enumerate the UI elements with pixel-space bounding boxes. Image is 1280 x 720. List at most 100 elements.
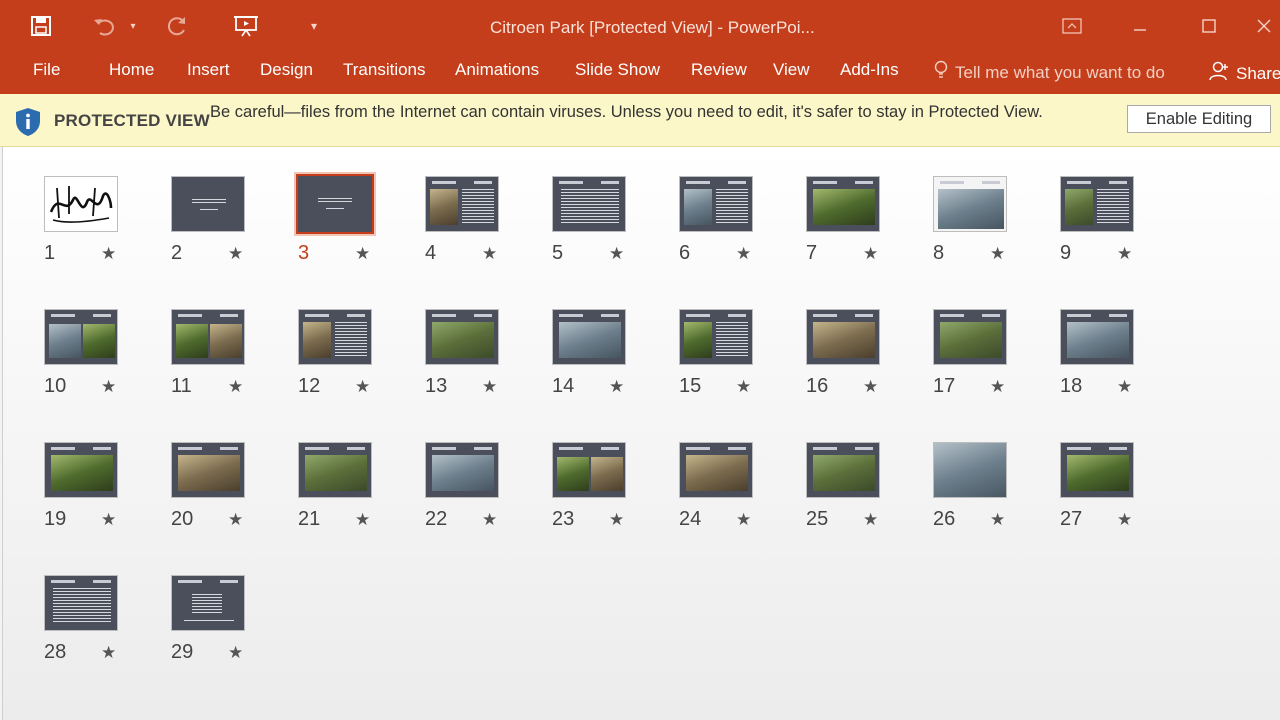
customize-qat-icon[interactable]: ▾ — [306, 12, 322, 40]
star-icon[interactable]: ★ — [355, 510, 370, 530]
slide-preview[interactable] — [44, 575, 118, 631]
slide-preview[interactable] — [933, 176, 1007, 232]
star-icon[interactable]: ★ — [736, 244, 751, 264]
slide-preview[interactable] — [44, 176, 118, 232]
slide-preview[interactable] — [425, 176, 499, 232]
star-icon[interactable]: ★ — [863, 510, 878, 530]
save-icon[interactable] — [28, 12, 54, 40]
star-icon[interactable]: ★ — [990, 510, 1005, 530]
slide-thumbnail-1[interactable]: 1 ★ — [44, 176, 134, 274]
tab-design[interactable]: Design — [260, 60, 313, 80]
close-icon[interactable] — [1256, 12, 1280, 40]
star-icon[interactable]: ★ — [355, 377, 370, 397]
slide-preview[interactable] — [806, 309, 880, 365]
slide-preview[interactable] — [679, 442, 753, 498]
slide-thumbnail-22[interactable]: 22 ★ — [425, 442, 515, 540]
slide-preview[interactable] — [425, 442, 499, 498]
star-icon[interactable]: ★ — [482, 510, 497, 530]
star-icon[interactable]: ★ — [482, 377, 497, 397]
slide-preview[interactable] — [933, 442, 1007, 498]
slide-preview[interactable] — [1060, 176, 1134, 232]
slide-preview[interactable] — [552, 309, 626, 365]
slide-thumbnail-26[interactable]: 26 ★ — [933, 442, 1023, 540]
slide-thumbnail-7[interactable]: 7 ★ — [806, 176, 896, 274]
star-icon[interactable]: ★ — [609, 377, 624, 397]
slide-thumbnail-16[interactable]: 16 ★ — [806, 309, 896, 407]
slide-thumbnail-11[interactable]: 11 ★ — [171, 309, 261, 407]
slide-preview[interactable] — [679, 176, 753, 232]
star-icon[interactable]: ★ — [228, 244, 243, 264]
slide-thumbnail-9[interactable]: 9 ★ — [1060, 176, 1150, 274]
star-icon[interactable]: ★ — [482, 244, 497, 264]
star-icon[interactable]: ★ — [228, 377, 243, 397]
slide-thumbnail-8[interactable]: 8 ★ — [933, 176, 1023, 274]
tab-transitions[interactable]: Transitions — [343, 60, 426, 80]
slide-thumbnail-21[interactable]: 21 ★ — [298, 442, 388, 540]
star-icon[interactable]: ★ — [1117, 510, 1132, 530]
maximize-icon[interactable] — [1189, 12, 1229, 40]
star-icon[interactable]: ★ — [609, 244, 624, 264]
slide-preview[interactable] — [171, 176, 245, 232]
slide-preview[interactable] — [1060, 442, 1134, 498]
slide-preview[interactable] — [806, 442, 880, 498]
slide-thumbnail-27[interactable]: 27 ★ — [1060, 442, 1150, 540]
slide-preview[interactable] — [552, 176, 626, 232]
slide-thumbnail-28[interactable]: 28 ★ — [44, 575, 134, 673]
star-icon[interactable]: ★ — [101, 244, 116, 264]
slide-preview[interactable] — [552, 442, 626, 498]
star-icon[interactable]: ★ — [990, 244, 1005, 264]
slide-preview[interactable] — [44, 442, 118, 498]
tab-view[interactable]: View — [773, 60, 810, 80]
tab-review[interactable]: Review — [691, 60, 747, 80]
redo-icon[interactable] — [164, 12, 190, 40]
star-icon[interactable]: ★ — [228, 510, 243, 530]
tab-animations[interactable]: Animations — [455, 60, 539, 80]
star-icon[interactable]: ★ — [736, 377, 751, 397]
slide-thumbnail-24[interactable]: 24 ★ — [679, 442, 769, 540]
tab-add-ins[interactable]: Add-Ins — [840, 60, 899, 80]
slide-thumbnail-23[interactable]: 23 ★ — [552, 442, 642, 540]
slide-preview[interactable] — [171, 575, 245, 631]
tab-slide-show[interactable]: Slide Show — [575, 60, 660, 80]
share-button[interactable]: Share — [1208, 60, 1280, 87]
tab-home[interactable]: Home — [109, 60, 154, 80]
slide-thumbnail-13[interactable]: 13 ★ — [425, 309, 515, 407]
slide-preview[interactable] — [171, 309, 245, 365]
slide-thumbnail-3[interactable]: 3 ★ — [294, 172, 388, 274]
slide-thumbnail-12[interactable]: 12 ★ — [298, 309, 388, 407]
slide-thumbnail-15[interactable]: 15 ★ — [679, 309, 769, 407]
tab-file[interactable]: File — [33, 60, 60, 80]
slideshow-from-start-icon[interactable] — [232, 12, 262, 40]
slide-preview[interactable] — [44, 309, 118, 365]
slide-preview[interactable] — [1060, 309, 1134, 365]
slide-thumbnail-5[interactable]: 5 ★ — [552, 176, 642, 274]
slide-preview[interactable] — [933, 309, 1007, 365]
star-icon[interactable]: ★ — [101, 510, 116, 530]
slide-thumbnail-2[interactable]: 2 ★ — [171, 176, 261, 274]
slide-preview[interactable] — [171, 442, 245, 498]
star-icon[interactable]: ★ — [863, 377, 878, 397]
slide-thumbnail-19[interactable]: 19 ★ — [44, 442, 134, 540]
slide-thumbnail-6[interactable]: 6 ★ — [679, 176, 769, 274]
slide-thumbnail-10[interactable]: 10 ★ — [44, 309, 134, 407]
slide-thumbnail-29[interactable]: 29 ★ — [171, 575, 261, 673]
star-icon[interactable]: ★ — [101, 643, 116, 663]
slide-thumbnail-25[interactable]: 25 ★ — [806, 442, 896, 540]
slide-thumbnail-18[interactable]: 18 ★ — [1060, 309, 1150, 407]
star-icon[interactable]: ★ — [1117, 244, 1132, 264]
slide-preview[interactable] — [425, 309, 499, 365]
tab-insert[interactable]: Insert — [187, 60, 230, 80]
star-icon[interactable]: ★ — [736, 510, 751, 530]
slide-preview[interactable] — [806, 176, 880, 232]
star-icon[interactable]: ★ — [101, 377, 116, 397]
slide-thumbnail-4[interactable]: 4 ★ — [425, 176, 515, 274]
slide-thumbnail-20[interactable]: 20 ★ — [171, 442, 261, 540]
enable-editing-button[interactable]: Enable Editing — [1127, 105, 1271, 133]
slide-preview[interactable] — [294, 172, 376, 236]
slide-preview[interactable] — [679, 309, 753, 365]
star-icon[interactable]: ★ — [990, 377, 1005, 397]
star-icon[interactable]: ★ — [355, 244, 370, 264]
star-icon[interactable]: ★ — [228, 643, 243, 663]
slide-thumbnail-17[interactable]: 17 ★ — [933, 309, 1023, 407]
star-icon[interactable]: ★ — [1117, 377, 1132, 397]
